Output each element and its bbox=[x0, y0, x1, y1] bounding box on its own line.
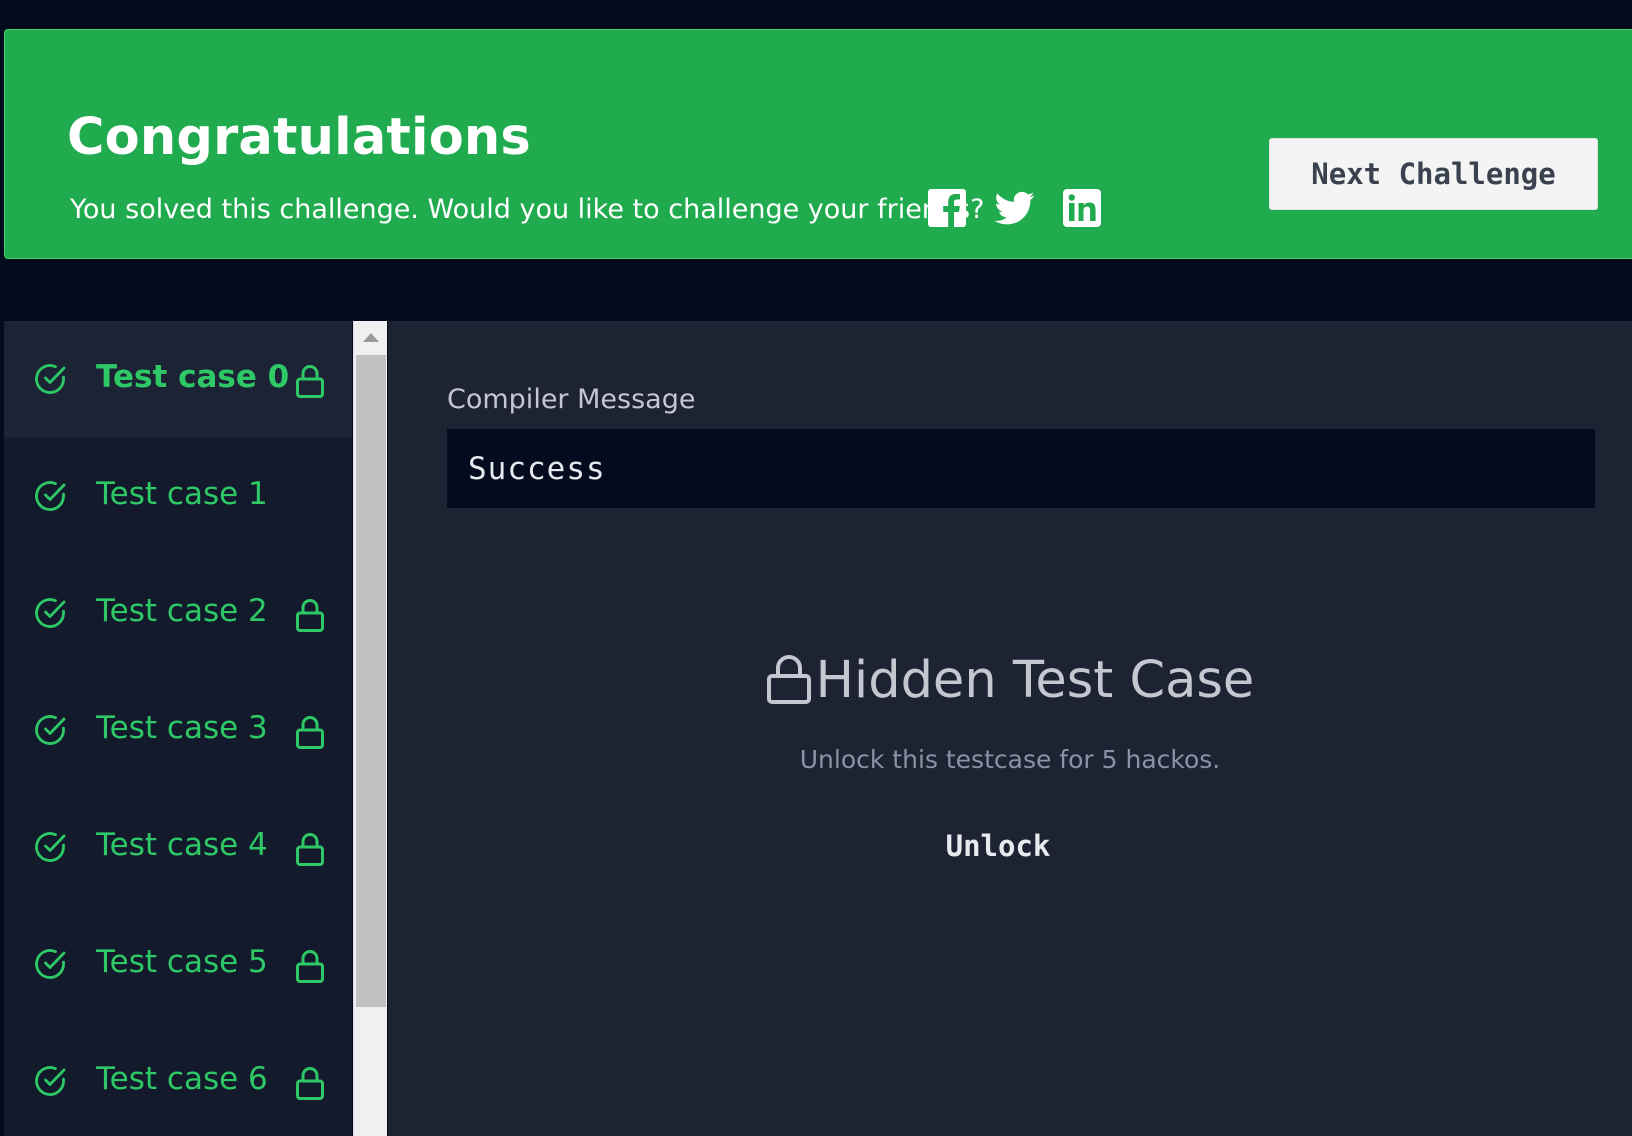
lock-icon bbox=[295, 1065, 325, 1101]
test-case-item-0[interactable]: Test case 0 bbox=[4, 321, 352, 438]
check-circle-icon bbox=[32, 946, 68, 982]
compiler-message-value: Success bbox=[468, 451, 606, 487]
check-circle-icon bbox=[32, 361, 68, 397]
scroll-up-arrow-icon[interactable] bbox=[354, 321, 387, 354]
test-case-result-panel: Compiler Message Success Hidden Test Cas… bbox=[388, 321, 1632, 1136]
test-case-item-2[interactable]: Test case 2 bbox=[4, 555, 352, 672]
test-case-item-6[interactable]: Test case 6 bbox=[4, 1023, 352, 1136]
test-case-item-1[interactable]: Test case 1 bbox=[4, 438, 352, 555]
hidden-test-case-heading: Hidden Test Case bbox=[388, 651, 1632, 711]
check-circle-icon bbox=[32, 1063, 68, 1099]
check-circle-icon bbox=[32, 712, 68, 748]
lock-icon bbox=[295, 597, 325, 633]
compiler-message-box: Success bbox=[447, 429, 1595, 508]
page: Congratulations You solved this challeng… bbox=[0, 0, 1632, 1136]
sidebar-scrollbar[interactable] bbox=[353, 321, 387, 1136]
lock-icon bbox=[295, 714, 325, 750]
lock-icon bbox=[766, 653, 812, 705]
test-case-label: Test case 6 bbox=[96, 1061, 268, 1097]
test-case-label: Test case 0 bbox=[96, 359, 290, 395]
test-case-label: Test case 2 bbox=[96, 593, 268, 629]
test-case-label: Test case 4 bbox=[96, 827, 268, 863]
lock-icon bbox=[295, 831, 325, 867]
banner-title: Congratulations bbox=[67, 108, 531, 167]
hidden-test-case-title: Hidden Test Case bbox=[815, 651, 1255, 710]
check-circle-icon bbox=[32, 595, 68, 631]
linkedin-icon[interactable] bbox=[1062, 188, 1102, 228]
test-case-sidebar: Test case 0 Test case 1 Test case 2 Test ca… bbox=[4, 321, 352, 1136]
test-case-item-5[interactable]: Test case 5 bbox=[4, 906, 352, 1023]
compiler-message-label: Compiler Message bbox=[447, 384, 696, 415]
check-circle-icon bbox=[32, 829, 68, 865]
check-circle-icon bbox=[32, 478, 68, 514]
test-case-item-4[interactable]: Test case 4 bbox=[4, 789, 352, 906]
next-challenge-button[interactable]: Next Challenge bbox=[1269, 138, 1598, 210]
test-case-item-3[interactable]: Test case 3 bbox=[4, 672, 352, 789]
test-case-label: Test case 5 bbox=[96, 944, 268, 980]
unlock-cost-text: Unlock this testcase for 5 hackos. bbox=[799, 745, 1221, 774]
facebook-icon[interactable] bbox=[927, 188, 967, 228]
twitter-icon[interactable] bbox=[995, 188, 1035, 228]
lock-icon bbox=[295, 363, 325, 399]
scroll-thumb[interactable] bbox=[356, 355, 386, 1007]
test-case-label: Test case 3 bbox=[96, 710, 268, 746]
banner-subtitle: You solved this challenge. Would you lik… bbox=[70, 194, 985, 225]
success-banner: Congratulations You solved this challeng… bbox=[4, 29, 1632, 259]
test-case-label: Test case 1 bbox=[96, 476, 268, 512]
lock-icon bbox=[295, 948, 325, 984]
unlock-button[interactable]: Unlock bbox=[928, 821, 1068, 871]
